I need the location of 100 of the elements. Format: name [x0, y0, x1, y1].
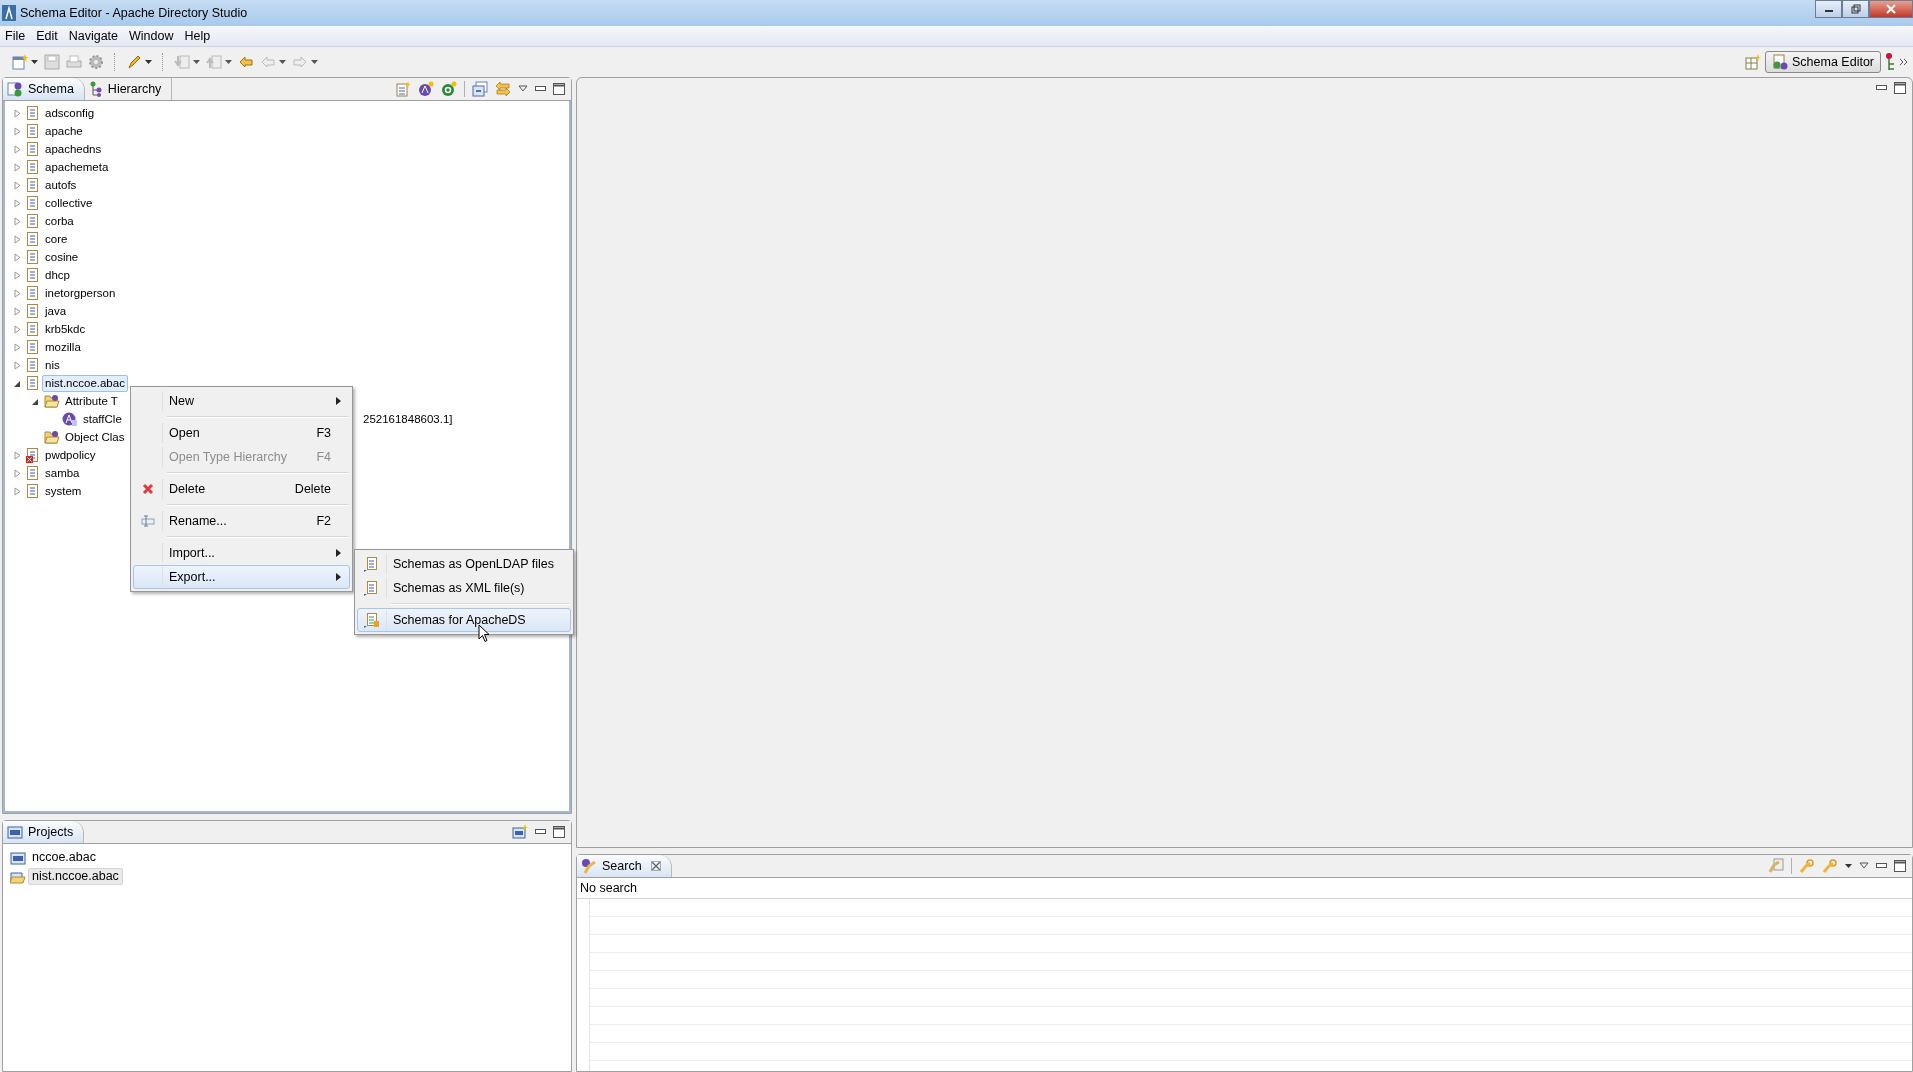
- project-item[interactable]: nccoe.abac: [28, 849, 100, 866]
- open-perspective-icon[interactable]: [1745, 54, 1761, 70]
- tree-item[interactable]: inetorgperson: [42, 284, 119, 302]
- new-project-icon[interactable]: [512, 824, 528, 840]
- caret-icon[interactable]: [31, 60, 38, 64]
- tree-item[interactable]: cosine: [42, 248, 82, 266]
- caret-icon[interactable]: [193, 60, 200, 64]
- tree-item[interactable]: collective: [42, 194, 96, 212]
- menu-item[interactable]: Window: [124, 29, 180, 43]
- submenu-arrow-icon: [336, 549, 341, 557]
- overflow-icon[interactable]: [1899, 58, 1909, 66]
- minimize-icon[interactable]: [1876, 863, 1887, 869]
- menu-item[interactable]: New: [133, 389, 350, 413]
- expand-toggle-icon[interactable]: [13, 324, 22, 334]
- new-file-icon[interactable]: [12, 54, 28, 70]
- pen-icon[interactable]: [126, 54, 142, 70]
- document-icon: [26, 177, 40, 193]
- menu-item[interactable]: Schemas for ApacheDS: [357, 608, 571, 632]
- expand-toggle-icon[interactable]: [13, 252, 22, 262]
- collapse-all-icon[interactable]: [472, 81, 488, 97]
- maximize-icon[interactable]: [553, 826, 565, 838]
- close-button[interactable]: [1869, 0, 1913, 18]
- hierarchy-icon[interactable]: [1885, 53, 1895, 71]
- minimize-icon[interactable]: [535, 86, 546, 92]
- view-tab[interactable]: Search: [577, 855, 672, 877]
- minimize-icon[interactable]: [535, 829, 546, 835]
- link-arrows-icon[interactable]: [495, 81, 511, 97]
- tree-item[interactable]: dhcp: [42, 266, 73, 284]
- caret-icon[interactable]: [279, 60, 286, 64]
- menu-item[interactable]: Rename... F2: [133, 509, 350, 533]
- tree-item[interactable]: krb5kdc: [42, 320, 89, 338]
- perspective-button[interactable]: Schema Editor: [1765, 51, 1881, 73]
- tree-item[interactable]: corba: [42, 212, 77, 230]
- new-schema-icon[interactable]: [395, 81, 411, 97]
- tree-item[interactable]: core: [42, 230, 71, 248]
- caret-icon[interactable]: [1845, 864, 1852, 868]
- restore-button[interactable]: [1842, 0, 1869, 18]
- close-icon[interactable]: [650, 861, 661, 871]
- menu-item[interactable]: Help: [179, 29, 217, 43]
- menu-item[interactable]: Import...: [133, 541, 350, 565]
- save-icon[interactable]: [44, 54, 60, 70]
- expand-toggle-icon[interactable]: [13, 360, 22, 370]
- expand-toggle-icon[interactable]: [13, 270, 22, 280]
- tree-item[interactable]: apachemeta: [42, 158, 112, 176]
- expand-toggle-icon[interactable]: [13, 180, 22, 190]
- tree-item[interactable]: pwdpolicy: [42, 446, 99, 464]
- menu-item[interactable]: Export...: [133, 565, 350, 589]
- tree-item[interactable]: mozilla: [42, 338, 84, 356]
- back-arrow-icon[interactable]: [238, 54, 254, 70]
- caret-icon[interactable]: [225, 60, 232, 64]
- expand-toggle-icon[interactable]: [13, 288, 22, 298]
- tree-item[interactable]: apache: [42, 122, 86, 140]
- tree-item[interactable]: Attribute T: [62, 392, 121, 410]
- menu-item[interactable]: Schemas as OpenLDAP files: [357, 552, 571, 576]
- new-attribute-icon[interactable]: [418, 81, 434, 97]
- tree-item[interactable]: Object Clas: [62, 428, 128, 446]
- tree-item[interactable]: nis: [42, 356, 63, 374]
- view-menu-icon[interactable]: [518, 85, 528, 93]
- window-title: Schema Editor - Apache Directory Studio: [20, 6, 248, 20]
- expand-toggle-icon[interactable]: [13, 198, 22, 208]
- tree-item[interactable]: system: [42, 482, 85, 500]
- expand-toggle-icon[interactable]: [13, 126, 22, 136]
- menu-item[interactable]: File: [0, 29, 32, 43]
- expand-toggle-icon[interactable]: [13, 450, 22, 460]
- menu-item[interactable]: Delete Delete: [133, 477, 350, 501]
- expand-toggle-icon[interactable]: [13, 468, 22, 478]
- caret-icon[interactable]: [145, 60, 152, 64]
- menu-item[interactable]: Edit: [31, 29, 64, 43]
- minimize-button[interactable]: [1815, 0, 1842, 18]
- tree-item[interactable]: adsconfig: [42, 104, 98, 122]
- expand-toggle-icon[interactable]: [13, 216, 22, 226]
- minimize-icon[interactable]: [1876, 85, 1887, 91]
- project-item[interactable]: nist.nccoe.abac: [28, 868, 123, 885]
- tree-item[interactable]: nist.nccoe.abac: [42, 374, 128, 392]
- view-menu-icon[interactable]: [1859, 862, 1869, 870]
- caret-icon[interactable]: [311, 60, 318, 64]
- view-tab[interactable]: Projects: [3, 821, 85, 843]
- view-tab[interactable]: Schema: [3, 78, 85, 100]
- tree-item[interactable]: java: [42, 302, 70, 320]
- gear-icon[interactable]: [88, 54, 104, 70]
- maximize-icon[interactable]: [1894, 82, 1906, 94]
- expand-toggle-icon[interactable]: [13, 162, 22, 172]
- expand-toggle-icon[interactable]: [13, 108, 22, 118]
- view-tab[interactable]: Hierarchy: [84, 78, 173, 100]
- tree-item[interactable]: staffCle: [80, 410, 125, 428]
- menu-item[interactable]: Open F3: [133, 421, 350, 445]
- expand-toggle-icon[interactable]: [13, 144, 22, 154]
- menu-item[interactable]: Schemas as XML file(s): [357, 576, 571, 600]
- expand-toggle-icon[interactable]: [13, 342, 22, 352]
- new-object-class-icon[interactable]: [441, 81, 457, 97]
- tree-item[interactable]: autofs: [42, 176, 80, 194]
- attribute-icon: [62, 411, 78, 427]
- expand-toggle-icon[interactable]: [13, 306, 22, 316]
- menu-item[interactable]: Navigate: [63, 29, 125, 43]
- expand-toggle-icon[interactable]: [13, 234, 22, 244]
- tree-item[interactable]: apachedns: [42, 140, 105, 158]
- maximize-icon[interactable]: [1894, 860, 1906, 872]
- tree-item[interactable]: samba: [42, 464, 83, 482]
- maximize-icon[interactable]: [553, 83, 565, 95]
- expand-toggle-icon[interactable]: [13, 486, 22, 496]
